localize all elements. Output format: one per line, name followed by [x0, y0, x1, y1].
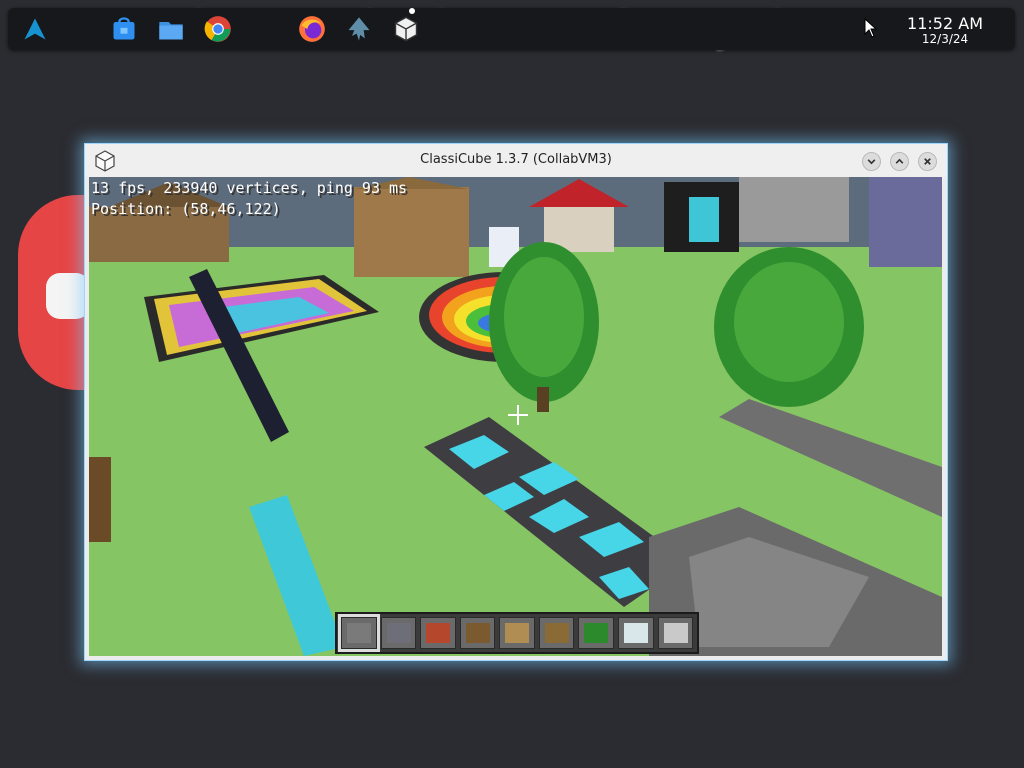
- chevron-up-icon: [895, 158, 904, 164]
- slab-block-icon: [663, 623, 688, 643]
- inkscape-icon[interactable]: [344, 14, 374, 44]
- hud-stats: 13 fps, 233940 vertices, ping 93 ms: [91, 179, 408, 197]
- game-viewport[interactable]: 13 fps, 233940 vertices, ping 93 ms Posi…: [89, 177, 942, 656]
- hotbar-slot-wood-planks[interactable]: [499, 617, 535, 649]
- hotbar-slot-wood-log[interactable]: [459, 617, 496, 649]
- app-store-icon[interactable]: [109, 14, 139, 44]
- hud-position: Position: (58,46,122): [91, 200, 281, 218]
- arch-launcher-icon[interactable]: [20, 14, 50, 44]
- minimize-button[interactable]: [862, 152, 881, 171]
- debug-hud: 13 fps, 233940 vertices, ping 93 ms Posi…: [91, 178, 407, 220]
- close-icon: [924, 158, 931, 165]
- chevron-down-icon: [867, 159, 876, 165]
- log-block-icon: [544, 623, 569, 643]
- classicube-icon[interactable]: [391, 14, 421, 44]
- hotbar-slot-stone[interactable]: [338, 614, 380, 652]
- hotbar-slot-glass[interactable]: [617, 617, 654, 649]
- firefox-icon[interactable]: [297, 14, 327, 44]
- brick-block-icon: [426, 623, 451, 643]
- glass-block-icon: [623, 623, 648, 643]
- leaves-block-icon: [584, 623, 609, 643]
- clock-time: 11:52 AM: [907, 14, 983, 33]
- clock-date: 12/3/24: [921, 32, 969, 46]
- chrome-icon[interactable]: [203, 14, 233, 44]
- wood-log-block-icon: [465, 623, 490, 643]
- crosshair-icon: [508, 405, 528, 425]
- stone-block-icon: [347, 623, 371, 643]
- system-clock[interactable]: 11:52 AM 12/3/24: [907, 15, 983, 46]
- classicube-window[interactable]: ClassiCube 1.3.7 (CollabVM3) 13 fps, 233…: [84, 143, 948, 661]
- hotbar-slot-leaves[interactable]: [578, 617, 614, 649]
- hotbar-slot-cobblestone[interactable]: [380, 617, 417, 649]
- cobblestone-block-icon: [386, 623, 411, 643]
- hotbar-slot-log[interactable]: [538, 617, 575, 649]
- hotbar-slot-brick[interactable]: [420, 617, 456, 649]
- maximize-button[interactable]: [890, 152, 909, 171]
- close-button[interactable]: [918, 152, 937, 171]
- file-manager-icon[interactable]: [156, 14, 186, 44]
- window-title: ClassiCube 1.3.7 (CollabVM3): [420, 152, 612, 167]
- hotbar-slot-slab[interactable]: [657, 617, 694, 649]
- hotbar[interactable]: [335, 612, 699, 654]
- window-titlebar[interactable]: ClassiCube 1.3.7 (CollabVM3): [85, 144, 947, 177]
- wood-planks-block-icon: [505, 623, 530, 643]
- mouse-cursor-icon: [864, 18, 878, 38]
